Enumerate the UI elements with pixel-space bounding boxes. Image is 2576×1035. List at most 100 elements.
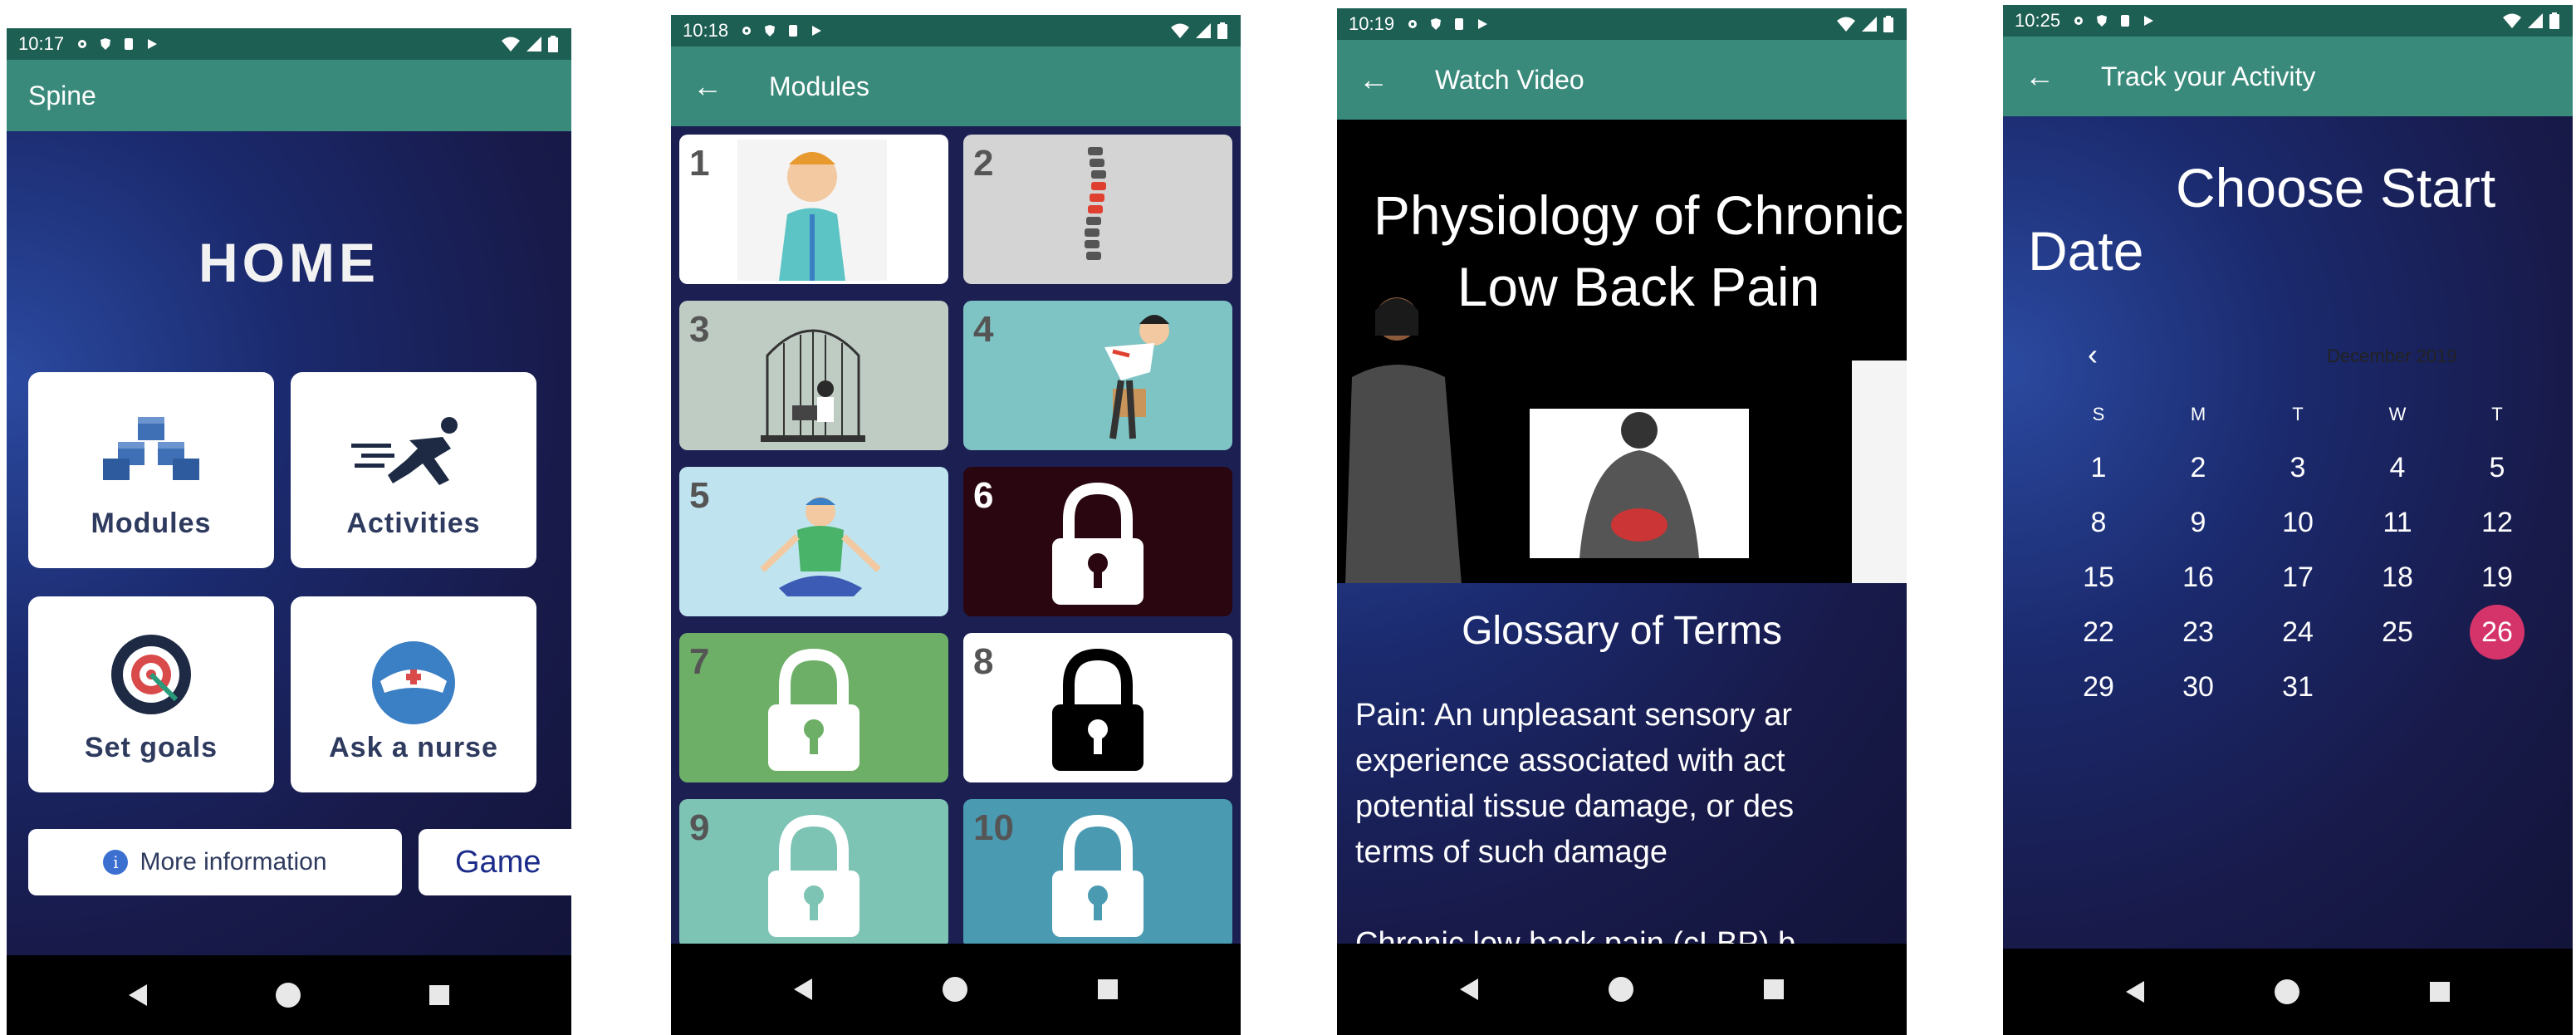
module-number: 9 xyxy=(689,807,710,848)
video-player[interactable]: Physiology of Chronic Low Back Pain xyxy=(1337,128,1907,583)
padlock-icon xyxy=(1052,814,1144,937)
nav-home-icon[interactable] xyxy=(275,983,301,1008)
phone-home: 10:17 Spine HOME Modules Activities Set … xyxy=(7,28,571,1035)
back-pain-photo xyxy=(1530,409,1749,558)
calendar-day[interactable]: 18 xyxy=(2368,550,2427,605)
calendar-day[interactable]: 8 xyxy=(2069,495,2128,550)
nav-home-icon[interactable] xyxy=(1608,977,1633,1002)
status-time: 10:17 xyxy=(18,33,65,54)
nav-home-icon[interactable] xyxy=(2274,979,2299,1004)
activities-tile[interactable]: Activities xyxy=(291,372,536,568)
status-bar: 10:17 xyxy=(7,28,571,60)
module-tile-4[interactable]: 4 xyxy=(963,301,1232,450)
glossary-line: potential tissue damage, or des xyxy=(1355,789,1795,824)
calendar-day[interactable]: 15 xyxy=(2069,550,2128,605)
app-bar: ← Modules xyxy=(671,47,1241,126)
info-icon: i xyxy=(103,850,129,875)
module-number: 1 xyxy=(689,143,710,184)
calendar-day[interactable]: 25 xyxy=(2368,605,2427,660)
calendar-day[interactable]: 31 xyxy=(2269,660,2327,714)
module-tile-10[interactable]: 10 xyxy=(963,799,1232,949)
weekday-label: M xyxy=(2190,404,2206,424)
module-tile-1[interactable]: 1 xyxy=(679,135,948,284)
calendar-day[interactable]: 30 xyxy=(2169,660,2227,714)
phone-calendar: 10:25 ← Track your Activity Choose Start… xyxy=(2003,5,2573,1035)
prev-month-button[interactable]: ‹ xyxy=(2088,337,2098,372)
calendar-day[interactable]: 22 xyxy=(2069,605,2128,660)
glossary-heading: Glossary of Terms xyxy=(1462,609,1782,653)
module-tile-3[interactable]: 3 xyxy=(679,301,948,450)
nav-back-icon[interactable] xyxy=(1460,979,1479,1000)
nav-back-icon[interactable] xyxy=(2126,981,2145,1003)
modules-tile[interactable]: Modules xyxy=(28,372,274,568)
sim-icon xyxy=(2121,15,2130,27)
calendar-day[interactable]: 29 xyxy=(2069,660,2128,714)
calendar-day-selected[interactable]: 26 xyxy=(2470,605,2525,660)
calendar-day[interactable]: 1 xyxy=(2069,440,2128,495)
nav-back-icon[interactable] xyxy=(129,984,148,1006)
module-tile-7[interactable]: 7 xyxy=(679,633,948,782)
calendar-day[interactable]: 16 xyxy=(2169,550,2227,605)
calendar-day[interactable]: 19 xyxy=(2468,550,2526,605)
calendar-day[interactable]: 11 xyxy=(2368,495,2427,550)
nav-recents-icon[interactable] xyxy=(2429,982,2450,1002)
calendar-day[interactable]: 23 xyxy=(2169,605,2227,660)
game-button[interactable]: Game xyxy=(419,829,571,895)
padlock-icon xyxy=(1052,648,1144,771)
module-tile-2[interactable]: 2 xyxy=(963,135,1232,284)
calendar-day[interactable]: 4 xyxy=(2368,440,2427,495)
nav-recents-icon[interactable] xyxy=(1763,979,1784,999)
navigation-bar xyxy=(1337,944,1907,1035)
battery-icon xyxy=(2549,12,2559,29)
module-tile-5[interactable]: 5 xyxy=(679,467,948,616)
more-information-label: More information xyxy=(140,848,327,876)
ask-nurse-tile[interactable]: Ask a nurse xyxy=(291,596,536,792)
app-title: Modules xyxy=(769,71,869,101)
module-tile-8[interactable]: 8 xyxy=(963,633,1232,782)
lifting-illustration-icon xyxy=(1104,315,1169,439)
notification-icons xyxy=(76,37,159,51)
battery-icon xyxy=(1883,16,1893,32)
calendar-day[interactable]: 17 xyxy=(2269,550,2327,605)
glossary-line: Pain: An unpleasant sensory ar xyxy=(1355,698,1793,733)
calendar-day[interactable]: 9 xyxy=(2169,495,2227,550)
back-arrow-icon[interactable]: ← xyxy=(1359,62,1388,97)
set-goals-tile[interactable]: Set goals xyxy=(28,596,274,792)
ask-nurse-label: Ask a nurse xyxy=(329,732,498,763)
module-tile-9[interactable]: 9 xyxy=(679,799,948,949)
app-bar: ← Watch Video xyxy=(1337,40,1907,120)
more-information-button[interactable]: i More information xyxy=(28,829,402,895)
padlock-icon xyxy=(768,814,859,937)
status-bar: 10:18 xyxy=(671,15,1241,47)
battery-icon xyxy=(1217,22,1227,39)
module-number: 2 xyxy=(973,143,994,184)
module-tile-6[interactable]: 6 xyxy=(963,467,1232,616)
calendar-day[interactable]: 12 xyxy=(2468,495,2526,550)
nav-home-icon[interactable] xyxy=(942,977,967,1002)
calendar-content: Choose Start Date ‹ December 2019 S M T … xyxy=(2003,116,2573,949)
system-status-icons xyxy=(502,36,558,52)
weekday-label: T xyxy=(2292,404,2304,424)
home-content: HOME Modules Activities Set goals Ask a … xyxy=(7,131,571,955)
back-arrow-icon[interactable]: ← xyxy=(693,69,722,104)
module-number: 10 xyxy=(973,807,1014,848)
glossary-line: experience associated with act xyxy=(1355,743,1785,778)
calendar-day[interactable]: 10 xyxy=(2269,495,2327,550)
calendar-day[interactable]: 24 xyxy=(2269,605,2327,660)
system-status-icons xyxy=(2503,12,2559,29)
app-title: Watch Video xyxy=(1435,64,1584,95)
calendar-day[interactable]: 3 xyxy=(2269,440,2327,495)
calendar-day[interactable]: 5 xyxy=(2468,440,2526,495)
back-arrow-icon[interactable]: ← xyxy=(2025,59,2054,94)
wifi-icon xyxy=(502,37,520,52)
sim-icon xyxy=(1455,18,1464,30)
meditation-illustration-icon xyxy=(760,497,881,596)
app-bar: ← Track your Activity xyxy=(2003,37,2573,116)
nav-recents-icon[interactable] xyxy=(1097,979,1118,999)
notification-icons xyxy=(740,24,823,37)
calendar-day[interactable]: 2 xyxy=(2169,440,2227,495)
calendar-widget: ‹ December 2019 S M T W T 1 2 3 4 5 8 9 … xyxy=(2003,324,2573,773)
nav-back-icon[interactable] xyxy=(794,979,813,1000)
nav-recents-icon[interactable] xyxy=(429,985,449,1005)
notification-icons xyxy=(2072,14,2155,27)
